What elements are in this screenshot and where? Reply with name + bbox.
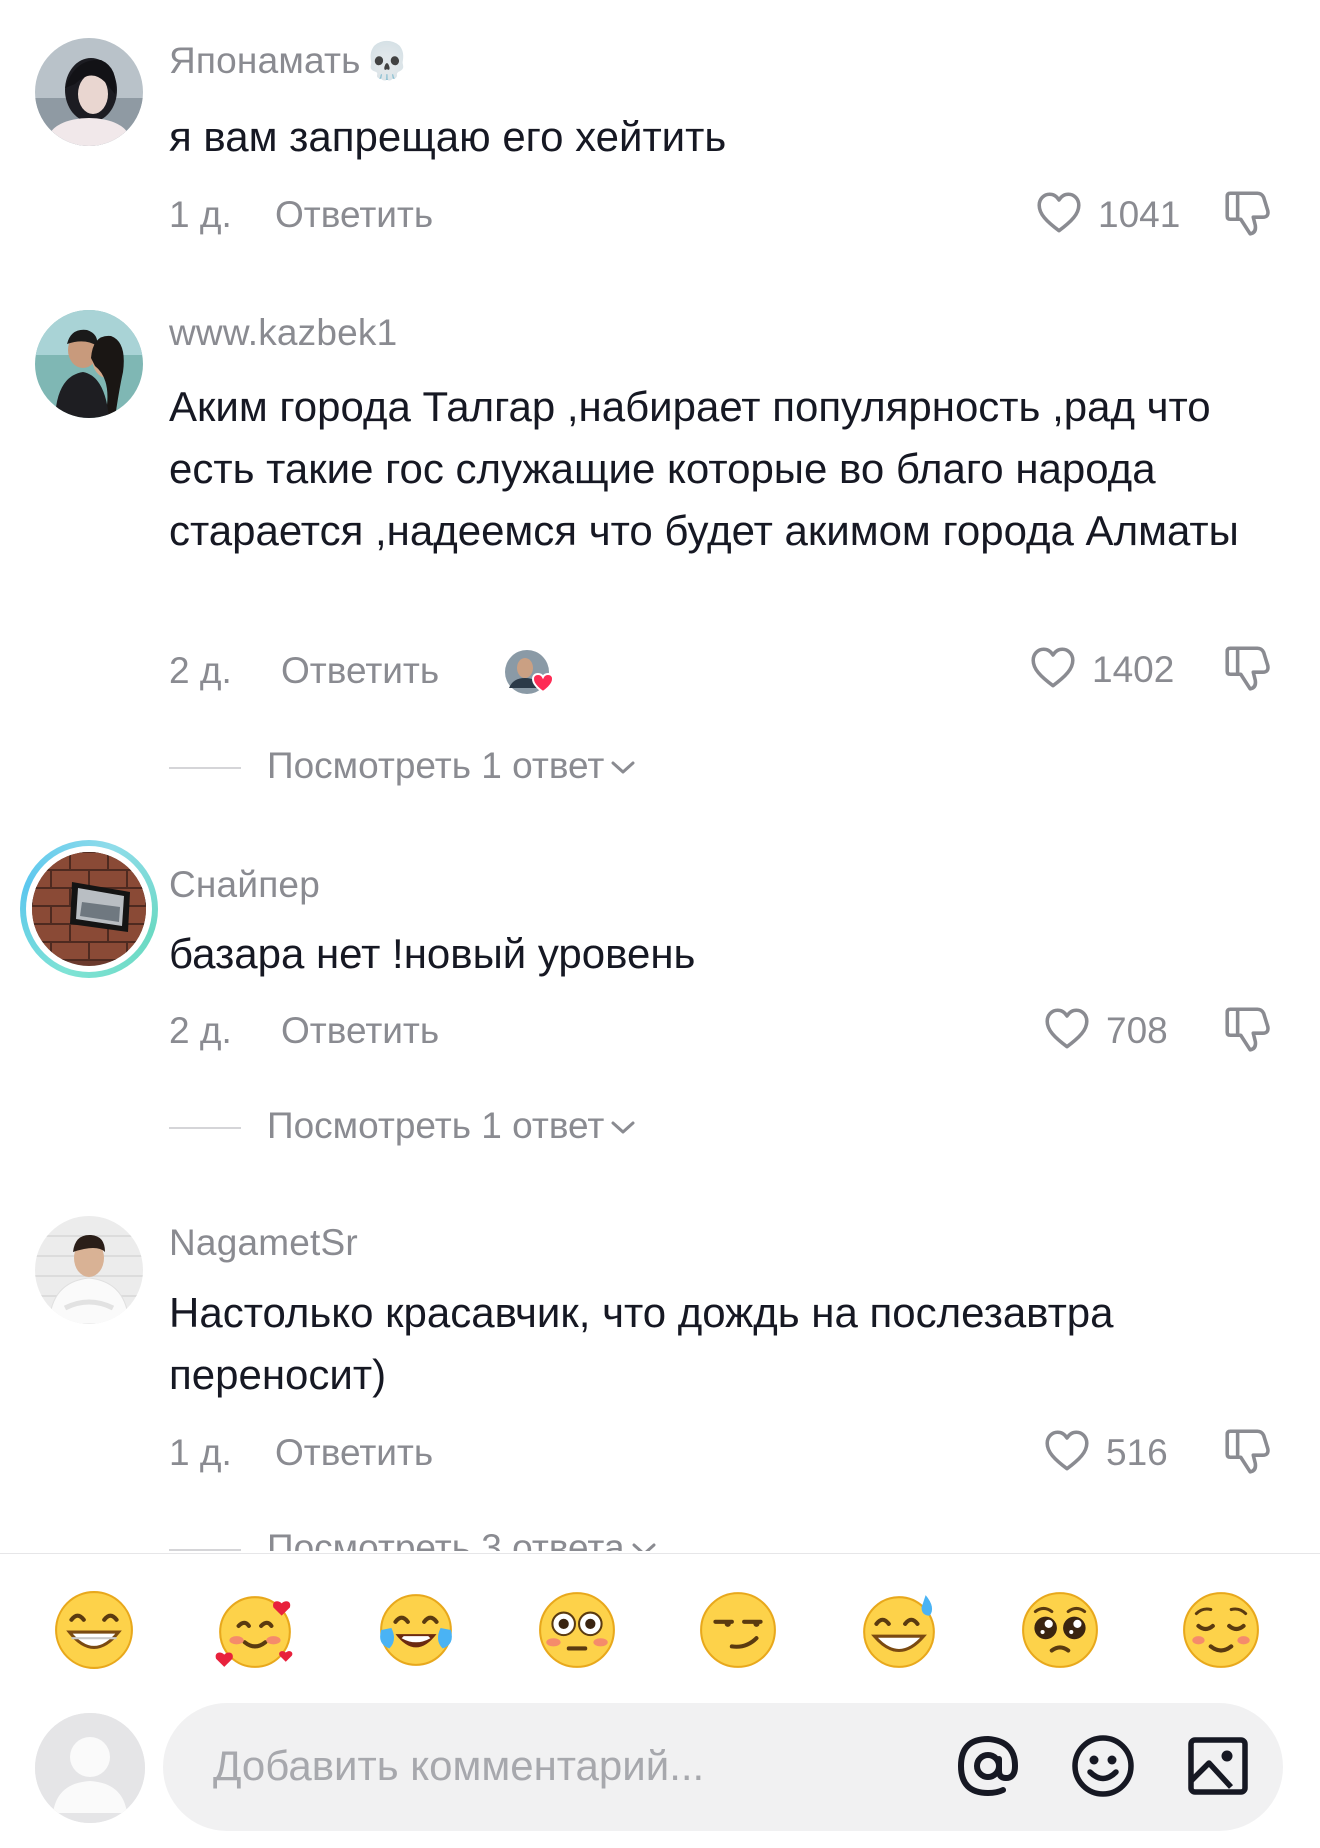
comment-meta: 2 д. Ответить <box>169 1010 439 1052</box>
comment-input-bar: Добавить комментарий... <box>0 1703 1320 1848</box>
default-avatar-icon <box>35 1713 145 1823</box>
like-count: 516 <box>1106 1432 1168 1473</box>
reply-button[interactable]: Ответить <box>275 1432 433 1474</box>
divider-line <box>169 1549 241 1551</box>
avatar[interactable] <box>35 1216 143 1324</box>
comment-meta: 2 д. Ответить <box>169 650 555 694</box>
dislike-icon[interactable] <box>1222 643 1272 693</box>
view-replies-label[interactable]: Посмотреть 1 ответ <box>267 1105 604 1146</box>
comment-time: 1 д. <box>169 194 232 235</box>
at-icon[interactable] <box>953 1731 1023 1801</box>
comment-username[interactable]: www.kazbek1 <box>169 312 397 354</box>
avatar[interactable] <box>20 840 158 978</box>
image-icon[interactable] <box>1183 1731 1253 1801</box>
view-replies-label[interactable]: Посмотреть 3 ответа <box>267 1527 625 1551</box>
heart-icon[interactable] <box>1042 1004 1092 1054</box>
view-replies-button[interactable]: Посмотреть 3 ответа <box>169 1527 657 1551</box>
reply-button[interactable]: Ответить <box>281 650 439 692</box>
like-count: 1402 <box>1092 649 1175 690</box>
like-button[interactable]: 1041 <box>1034 188 1184 238</box>
view-replies-label[interactable]: Посмотреть 1 ответ <box>267 745 604 786</box>
reply-button[interactable]: Ответить <box>281 1010 439 1052</box>
comment-text: Настолько красавчик, что дождь на послез… <box>169 1289 1114 1398</box>
like-button[interactable]: 708 <box>1042 1004 1192 1054</box>
chevron-down-icon[interactable] <box>610 1118 636 1138</box>
chevron-down-icon[interactable] <box>610 758 636 778</box>
emoji-pleading[interactable]: 🥺 <box>1019 1589 1101 1671</box>
heart-icon[interactable] <box>1042 1426 1092 1476</box>
comment-time: 1 д. <box>169 1432 232 1473</box>
comment-input[interactable]: Добавить комментарий... <box>163 1703 1283 1831</box>
comment-username[interactable]: Снайпер <box>169 864 320 906</box>
dislike-icon[interactable] <box>1222 1004 1272 1054</box>
heart-icon[interactable] <box>1034 188 1084 238</box>
comment-meta: 1 д. Ответить <box>169 194 433 236</box>
like-button[interactable]: 1402 <box>1028 643 1188 693</box>
comment-input-placeholder[interactable]: Добавить комментарий... <box>213 1742 704 1790</box>
comment-meta: 1 д. Ответить <box>169 1432 433 1474</box>
comment-text: Аким города Талгар ,набирает популярност… <box>169 383 1239 554</box>
like-count: 1041 <box>1098 194 1181 235</box>
emoji-smiling-hearts[interactable]: 🥰 <box>214 1589 296 1671</box>
dislike-icon[interactable] <box>1222 1426 1272 1476</box>
divider-line <box>169 767 241 770</box>
comment-username[interactable]: Японамать 💀 <box>169 40 410 82</box>
like-button[interactable]: 516 <box>1042 1426 1192 1476</box>
divider-line <box>169 1127 241 1130</box>
comment-text: я вам запрещаю его хейтить <box>169 113 727 160</box>
emoji-flushed[interactable]: 😳 <box>536 1589 618 1671</box>
emoji-quick-bar: 😁 🥰 😂 😳 😏 <box>0 1553 1320 1703</box>
reply-button[interactable]: Ответить <box>275 194 433 236</box>
view-replies-button[interactable]: Посмотреть 1 ответ <box>169 745 636 787</box>
heart-icon[interactable] <box>1028 643 1078 693</box>
emoji-grin[interactable]: 😁 <box>53 1589 135 1671</box>
emoji-icon[interactable] <box>1068 1731 1138 1801</box>
comment-time: 2 д. <box>169 650 232 691</box>
dislike-icon[interactable] <box>1222 188 1272 238</box>
like-count: 708 <box>1106 1010 1168 1051</box>
comment-list[interactable]: Японамать 💀 я вам запрещаю его хейтить 1 … <box>0 0 1320 1551</box>
view-replies-button[interactable]: Посмотреть 1 ответ <box>169 1105 636 1147</box>
emoji-relieved[interactable]: 😌 <box>1180 1589 1262 1671</box>
avatar[interactable] <box>35 310 143 418</box>
avatar[interactable] <box>35 38 143 146</box>
creator-liked-icon <box>505 650 555 694</box>
comment-time: 2 д. <box>169 1010 232 1051</box>
comment-username[interactable]: NagametSr <box>169 1222 358 1264</box>
skull-emoji: 💀 <box>364 40 410 81</box>
username-text[interactable]: Японамать <box>169 40 361 81</box>
chevron-down-icon[interactable] <box>631 1540 657 1551</box>
emoji-smirk[interactable]: 😏 <box>697 1589 779 1671</box>
emoji-tears-of-joy[interactable]: 😂 <box>375 1589 457 1671</box>
my-avatar[interactable] <box>35 1713 145 1823</box>
emoji-grinning-sweat[interactable]: 😅 <box>858 1589 940 1671</box>
comment-text: базара нет !новый уровень <box>169 930 696 977</box>
